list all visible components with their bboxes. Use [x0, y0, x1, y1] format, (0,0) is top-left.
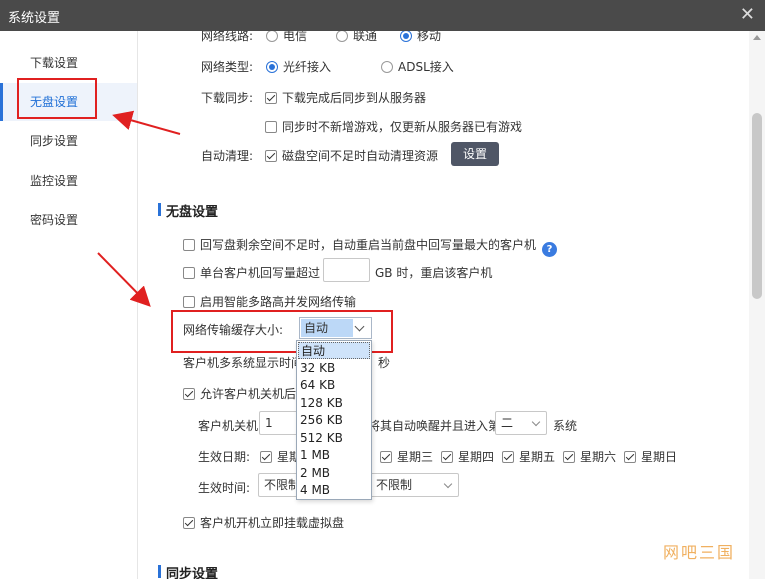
cache-option[interactable]: 32 KB: [298, 360, 370, 377]
time-to-select[interactable]: 不限制: [370, 473, 459, 497]
sidebar-item-label: 下载设置: [30, 56, 79, 70]
sidebar-item-password[interactable]: 密码设置: [0, 201, 137, 239]
sidebar-item-monitor[interactable]: 监控设置: [0, 162, 137, 200]
writeback-limit-input[interactable]: [323, 258, 370, 282]
checkbox-mount-virtual-disk[interactable]: 客户机开机立即挂载虚拟盘: [183, 514, 344, 531]
checkbox-sync-to-slave[interactable]: 下载完成后同步到从服务器: [265, 89, 426, 106]
checkbox-restart-max-writeback[interactable]: 回写盘剩余空间不足时，自动重启当前盘中回写量最大的客户机?: [183, 236, 558, 257]
shutdown-value-input[interactable]: 1: [259, 411, 299, 435]
display-time-label: 客户机多系统显示时间: [183, 356, 304, 370]
cache-option[interactable]: 256 KB: [298, 412, 370, 429]
clean-label: 自动清理:: [201, 149, 254, 163]
radio-type-fiber[interactable]: 光纤接入: [266, 58, 331, 75]
checkbox-writeback-limit[interactable]: 单台客户机回写量超过: [183, 264, 320, 281]
cache-option[interactable]: 128 KB: [298, 395, 370, 412]
shutdown-label: 客户机关机: [198, 419, 259, 433]
main-panel: 网络线路: 电信 联通 移动 网络类型: 光纤接入 ADSL接入 下载同步: 下…: [138, 31, 750, 579]
radio-line-mobile[interactable]: 移动: [400, 31, 441, 44]
cache-size-options: 自动 32 KB 64 KB 128 KB 256 KB 512 KB 1 MB…: [296, 340, 372, 500]
cache-option[interactable]: 64 KB: [298, 377, 370, 394]
line-label: 网络线路:: [201, 31, 254, 43]
effective-date-label: 生效日期:: [198, 450, 251, 464]
type-label: 网络类型:: [201, 60, 254, 74]
writeback-limit-suffix: GB 时，重启该客户机: [375, 266, 493, 280]
checkbox-wednesday[interactable]: 星期三: [380, 448, 433, 465]
sidebar-item-sync[interactable]: 同步设置: [0, 122, 137, 160]
radio-line-unicom[interactable]: 联通: [336, 31, 377, 44]
display-time-unit: 秒: [378, 356, 391, 370]
vertical-scrollbar[interactable]: [749, 31, 765, 579]
window-title: 系统设置: [8, 11, 61, 26]
effective-time-label: 生效时间:: [198, 481, 251, 495]
title-bar: 系统设置 ✕: [0, 0, 765, 31]
section-title-diskless: 无盘设置: [158, 201, 218, 220]
help-icon[interactable]: ?: [542, 242, 558, 257]
chevron-down-icon: [531, 417, 541, 427]
checkbox-auto-clean[interactable]: 磁盘空间不足时自动清理资源: [265, 147, 438, 164]
checkbox-multipath-transfer[interactable]: 启用智能多路高并发网络传输: [183, 293, 356, 310]
wake-system-select[interactable]: 二: [495, 411, 547, 435]
checkbox-friday[interactable]: 星期五: [502, 448, 555, 465]
watermark-logo: 网吧三国: [662, 543, 735, 562]
sidebar-item-label: 同步设置: [30, 134, 79, 148]
cache-option[interactable]: 自动: [298, 342, 370, 359]
checkbox-sync-no-new-games[interactable]: 同步时不新增游戏，仅更新从服务器已有游戏: [265, 118, 522, 135]
checkbox-weekday-partial[interactable]: 星期: [260, 448, 301, 465]
scrollbar-thumb[interactable]: [752, 113, 762, 299]
checkbox-allow-shutdown-wake[interactable]: 允许客户机关机后: [183, 385, 296, 402]
radio-type-adsl[interactable]: ADSL接入: [381, 58, 454, 75]
sync-label: 下载同步:: [201, 91, 254, 105]
checkbox-saturday[interactable]: 星期六: [563, 448, 616, 465]
wake-text: 将其自动唤醒并且进入第: [368, 419, 501, 433]
checkbox-thursday[interactable]: 星期四: [441, 448, 494, 465]
cache-option[interactable]: 512 KB: [298, 430, 370, 447]
sidebar-item-label: 监控设置: [30, 174, 79, 188]
checkbox-sunday[interactable]: 星期日: [624, 448, 677, 465]
section-title-sync: 同步设置: [158, 563, 218, 579]
clean-settings-button[interactable]: 设置: [451, 142, 499, 166]
annotation-box-sidebar: [17, 78, 97, 119]
sidebar-item-label: 密码设置: [30, 213, 79, 227]
close-icon[interactable]: ✕: [740, 5, 755, 25]
radio-line-telecom[interactable]: 电信: [266, 31, 307, 44]
sidebar-item-download[interactable]: 下载设置: [0, 44, 137, 82]
wake-system-suffix: 系统: [553, 419, 578, 433]
chevron-down-icon: [443, 479, 453, 489]
cache-option[interactable]: 4 MB: [298, 482, 370, 499]
cache-option[interactable]: 1 MB: [298, 447, 370, 464]
scroll-up-icon[interactable]: [753, 35, 761, 40]
cache-option[interactable]: 2 MB: [298, 465, 370, 482]
